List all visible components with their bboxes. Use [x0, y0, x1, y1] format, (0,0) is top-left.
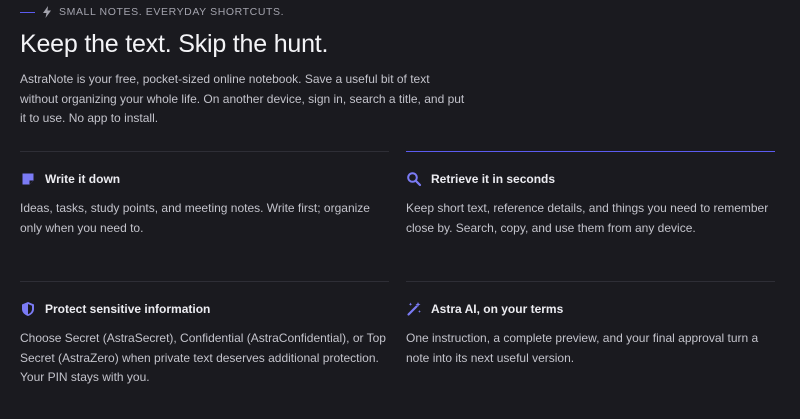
- feature-section: SMALL NOTES. EVERYDAY SHORTCUTS. Keep th…: [0, 0, 800, 419]
- eyebrow: SMALL NOTES. EVERYDAY SHORTCUTS.: [20, 6, 284, 18]
- feature-description: One instruction, a complete preview, and…: [406, 331, 759, 365]
- bolt-icon: [43, 6, 51, 18]
- feature-description: Choose Secret (AstraSecret), Confidentia…: [20, 331, 386, 384]
- card-divider: [406, 281, 775, 282]
- feature-title: Astra AI, on your terms: [431, 302, 564, 316]
- search-icon: [407, 172, 422, 187]
- eyebrow-line: [20, 11, 35, 13]
- shield-icon: [22, 302, 34, 316]
- feature-card-ai: Astra AI, on your terms One instruction,…: [406, 281, 775, 368]
- lead-paragraph: AstraNote is your free, pocket-sized onl…: [20, 72, 465, 125]
- feature-description: Keep short text, reference details, and …: [406, 201, 769, 235]
- card-divider-active: [406, 151, 775, 152]
- feature-title: Retrieve it in seconds: [431, 172, 556, 186]
- feature-card-protect: Protect sensitive information Choose Sec…: [20, 281, 389, 388]
- page-title: Keep the text. Skip the hunt.: [20, 30, 329, 58]
- note-icon: [22, 173, 34, 185]
- eyebrow-text: SMALL NOTES. EVERYDAY SHORTCUTS.: [59, 6, 285, 18]
- feature-card-retrieve: Retrieve it in seconds Keep short text, …: [406, 151, 775, 238]
- card-divider: [20, 151, 389, 152]
- magic-wand-icon: [407, 302, 421, 316]
- feature-card-write: Write it down Ideas, tasks, study points…: [20, 151, 389, 238]
- feature-description: Ideas, tasks, study points, and meeting …: [20, 201, 370, 235]
- feature-title: Write it down: [45, 172, 121, 186]
- card-divider: [20, 281, 389, 282]
- feature-title: Protect sensitive information: [45, 302, 211, 316]
